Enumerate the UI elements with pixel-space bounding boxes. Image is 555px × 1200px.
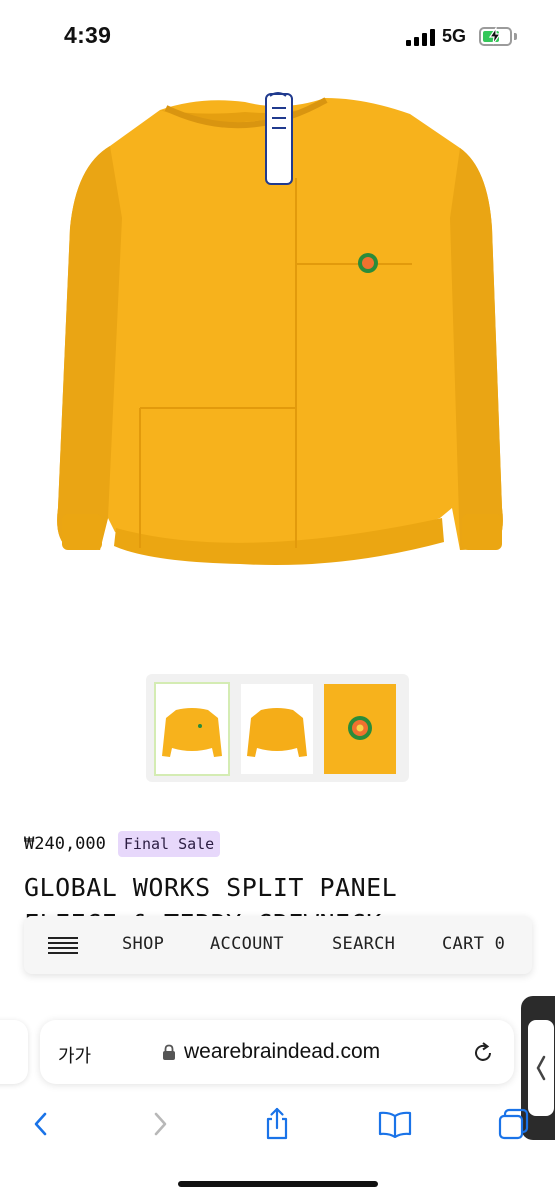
nav-account[interactable]: ACCOUNT (210, 934, 284, 954)
yellow-sweatshirt-image[interactable] (40, 88, 530, 568)
site-nav-bar: SHOP ACCOUNT SEARCH CART 0 (24, 916, 532, 974)
thumbnail-patch-detail[interactable] (324, 684, 396, 774)
cellular-signal-icon (406, 29, 436, 46)
nav-cart[interactable]: CART 0 (442, 934, 505, 954)
page-settings-button[interactable]: 가가 (58, 1042, 91, 1068)
lock-icon (163, 1044, 175, 1060)
share-icon[interactable] (255, 1102, 299, 1146)
patch-detail-icon (324, 684, 396, 774)
previous-tab-preview[interactable] (0, 1020, 28, 1084)
thumbnail-strip (146, 674, 409, 782)
sweatshirt-back-icon (247, 708, 307, 757)
clock: 4:39 (64, 22, 112, 48)
product-title-line1: GLOBAL WORKS SPLIT PANEL (24, 873, 398, 902)
battery-cap (514, 33, 517, 40)
nav-shop[interactable]: SHOP (122, 934, 164, 954)
bookmarks-icon[interactable] (373, 1102, 417, 1146)
url-text: wearebraindead.com (184, 1040, 381, 1063)
network-type: 5G (442, 26, 467, 46)
final-sale-badge: Final Sale (117, 831, 221, 857)
address-bar[interactable]: 가가 wearebraindead.com (40, 1020, 514, 1084)
safari-toolbar (0, 1092, 555, 1156)
thumbnail-back[interactable] (241, 684, 313, 774)
price-row: ₩240,000 Final Sale (24, 830, 221, 858)
status-bar: 4:39 5G (0, 0, 555, 74)
thumbnail-front[interactable] (154, 682, 230, 776)
reload-icon[interactable] (470, 1040, 496, 1066)
hamburger-icon[interactable] (48, 937, 78, 954)
sweatshirt-front-icon (162, 708, 222, 757)
home-indicator (178, 1181, 378, 1187)
forward-icon[interactable] (138, 1102, 182, 1146)
back-icon[interactable] (19, 1102, 63, 1146)
tabs-icon[interactable] (492, 1102, 536, 1146)
charging-bolt-icon (488, 26, 502, 45)
nav-search[interactable]: SEARCH (332, 934, 395, 954)
product-price: ₩240,000 (24, 834, 106, 854)
